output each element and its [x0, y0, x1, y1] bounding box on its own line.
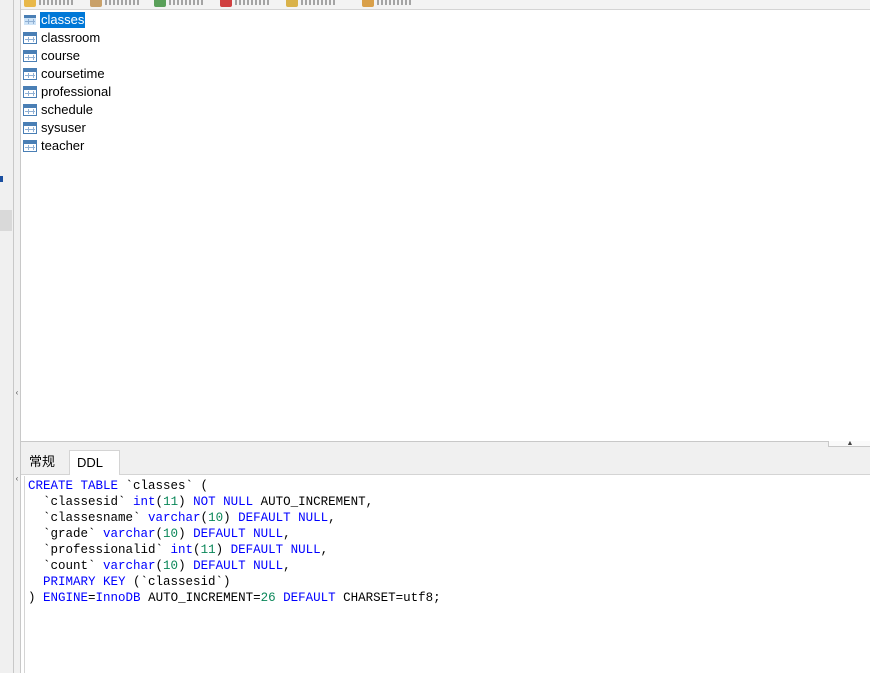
ddl-token: `professionalid` — [28, 543, 171, 557]
ddl-token — [28, 575, 43, 589]
table-item-coursetime[interactable]: coursetime — [23, 65, 106, 83]
table-icon — [23, 86, 37, 98]
ddl-token: ( — [155, 495, 164, 509]
ddl-token: DEFAULT NULL — [238, 511, 329, 525]
table-icon — [23, 104, 37, 116]
nav-selected-item[interactable] — [0, 210, 12, 231]
ddl-token: = — [88, 591, 96, 605]
ddl-token: int — [170, 543, 194, 557]
toolbar-design-table-button[interactable] — [90, 0, 141, 8]
tab-ddl[interactable]: DDL — [69, 450, 120, 475]
table-item-label: schedule — [41, 102, 94, 117]
table-item-label: coursetime — [41, 66, 105, 81]
ddl-token: 10 — [163, 559, 179, 573]
ddl-token: 10 — [163, 527, 179, 541]
ddl-token: DEFAULT NULL — [230, 543, 321, 557]
table-item-classroom[interactable]: classroom — [23, 29, 101, 47]
delete-table-icon — [220, 0, 232, 7]
toolbar-export-wizard-button[interactable] — [362, 0, 413, 8]
ddl-token: ) — [178, 559, 194, 573]
ddl-token: DEFAULT NULL — [193, 527, 284, 541]
import-wizard-icon — [286, 0, 298, 7]
tab-general[interactable]: 常规 — [23, 450, 61, 474]
export-wizard-icon — [362, 0, 374, 7]
ddl-token — [276, 591, 284, 605]
vertical-splitter[interactable] — [14, 0, 21, 673]
ddl-token: ) — [28, 591, 44, 605]
ddl-token: `grade` — [28, 527, 104, 541]
ddl-token: 11 — [163, 495, 179, 509]
table-icon — [23, 50, 37, 62]
ddl-code: CREATE TABLE `classes` ( `classesid` int… — [28, 478, 441, 606]
new-table-icon — [154, 0, 166, 7]
table-list: classes classroom course coursetime professi… — [21, 10, 870, 441]
ddl-token: ) — [215, 543, 231, 557]
toolbar — [20, 0, 870, 10]
table-item-classes[interactable]: classes — [23, 11, 86, 29]
ddl-token: , — [328, 511, 336, 525]
toolbar-new-table-button[interactable] — [154, 0, 205, 8]
open-table-icon — [24, 0, 36, 7]
ddl-token: ) — [178, 527, 194, 541]
table-item-course[interactable]: course — [23, 47, 81, 65]
ddl-token: DEFAULT — [283, 591, 336, 605]
ddl-token: ( — [200, 511, 209, 525]
ddl-token: 11 — [200, 543, 216, 557]
design-table-icon — [90, 0, 102, 7]
collapse-left-arrow-icon-2[interactable]: ‹ — [14, 474, 20, 484]
table-item-professional[interactable]: professional — [23, 83, 112, 101]
ddl-token: NOT NULL — [193, 495, 254, 509]
ddl-token: , — [283, 527, 291, 541]
ddl-token: ) — [223, 511, 239, 525]
table-icon — [23, 14, 37, 26]
ddl-token: varchar — [103, 527, 156, 541]
ddl-token: ( — [155, 527, 164, 541]
ddl-token: ) — [178, 495, 194, 509]
ddl-token: `classes` ( — [118, 479, 209, 493]
ddl-token: CHARSET=utf8; — [335, 591, 441, 605]
ddl-token: InnoDB — [95, 591, 141, 605]
nav-marker — [0, 176, 3, 182]
ddl-token: ( — [193, 543, 201, 557]
ddl-token: DEFAULT NULL — [193, 559, 284, 573]
ddl-token: CREATE TABLE — [28, 479, 119, 493]
ddl-token: varchar — [103, 559, 156, 573]
table-icon — [23, 122, 37, 134]
ddl-token: PRIMARY KEY — [43, 575, 126, 589]
table-item-label: course — [41, 48, 81, 63]
ddl-token: int — [133, 495, 156, 509]
ddl-token: 26 — [260, 591, 276, 605]
table-item-label: professional — [41, 84, 112, 99]
ddl-token: , — [283, 559, 291, 573]
collapse-left-arrow-icon[interactable]: ‹ — [14, 388, 20, 398]
table-item-label: sysuser — [41, 120, 86, 135]
toolbar-delete-table-button[interactable] — [220, 0, 271, 8]
table-icon — [23, 68, 37, 80]
ddl-token: `classesid` — [28, 495, 134, 509]
table-item-teacher[interactable]: teacher — [23, 137, 85, 155]
ddl-token: varchar — [148, 511, 201, 525]
table-icon — [23, 140, 37, 152]
table-item-schedule[interactable]: schedule — [23, 101, 94, 119]
ddl-token: AUTO_INCREMENT, — [253, 495, 374, 509]
ddl-token: ( — [155, 559, 164, 573]
ddl-token: 10 — [208, 511, 224, 525]
ddl-token: , — [320, 543, 329, 557]
table-item-label: teacher — [41, 138, 85, 153]
ddl-token: `classesname` — [28, 511, 149, 525]
table-item-label: classroom — [41, 30, 101, 45]
toolbar-import-wizard-button[interactable] — [286, 0, 337, 8]
ddl-token: (`classesid`) — [125, 575, 231, 589]
table-item-sysuser[interactable]: sysuser — [23, 119, 87, 137]
ddl-token: `count` — [28, 559, 104, 573]
ddl-token: ENGINE — [43, 591, 89, 605]
table-item-label: classes — [40, 12, 86, 28]
toolbar-open-table-button[interactable] — [24, 0, 75, 8]
ddl-token: AUTO_INCREMENT= — [140, 591, 261, 605]
navigation-pane — [0, 0, 14, 673]
table-icon — [23, 32, 37, 44]
object-tabs: 常规 DDL — [21, 447, 870, 475]
ddl-viewer[interactable]: CREATE TABLE `classes` ( `classesid` int… — [24, 476, 870, 673]
